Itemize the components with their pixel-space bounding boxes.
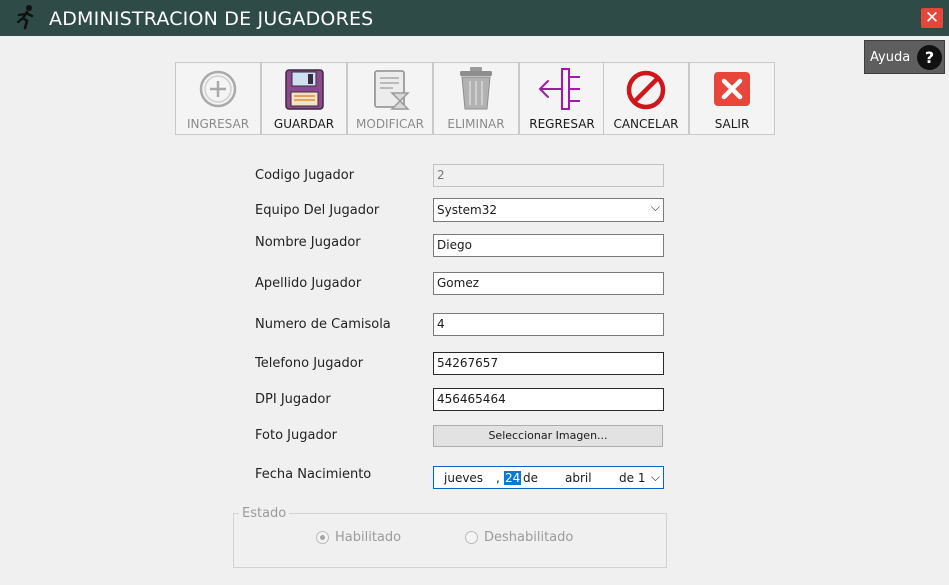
- select-image-button[interactable]: Seleccionar Imagen...: [433, 425, 663, 447]
- regresar-label: REGRESAR: [529, 117, 595, 131]
- equipo-value: System32: [437, 203, 498, 217]
- document-hourglass-icon: [374, 70, 410, 110]
- estado-title: Estado: [239, 506, 290, 521]
- deshabilitado-radio[interactable]: [465, 531, 478, 544]
- salir-label: SALIR: [714, 117, 750, 131]
- date-year-partial: de 1: [619, 471, 646, 485]
- cancelar-label: CANCELAR: [613, 117, 679, 131]
- date-de: de: [523, 471, 538, 485]
- chevron-down-icon: ⌵: [650, 200, 660, 214]
- equipo-label: Equipo Del Jugador: [255, 203, 380, 218]
- floppy-disk-icon: [285, 69, 324, 110]
- title-bar: ADMINISTRACION DE JUGADORES ✕: [0, 0, 949, 36]
- window-title: ADMINISTRACION DE JUGADORES: [49, 8, 374, 30]
- eliminar-label: ELIMINAR: [447, 117, 505, 131]
- modificar-label: MODIFICAR: [356, 117, 424, 131]
- back-arrow-icon: [538, 68, 580, 110]
- nombre-label: Nombre Jugador: [255, 235, 361, 250]
- codigo-field[interactable]: 2: [433, 164, 664, 187]
- equipo-select[interactable]: System32 ⌵: [433, 198, 664, 222]
- codigo-label: Codigo Jugador: [255, 168, 355, 183]
- telefono-field[interactable]: 54267657: [433, 352, 664, 375]
- help-label: Ayuda: [870, 50, 911, 65]
- salir-button[interactable]: SALIR: [689, 62, 775, 135]
- ingresar-button[interactable]: INGRESAR: [175, 62, 261, 135]
- date-day[interactable]: 24: [504, 471, 522, 485]
- dpi-label: DPI Jugador: [255, 392, 331, 407]
- exit-x-icon: [714, 72, 750, 106]
- fecha-nacimiento-picker[interactable]: jueves , 24 de abril de 1 ⌵: [433, 466, 664, 489]
- date-month[interactable]: abril: [565, 471, 592, 485]
- date-weekday: jueves: [444, 471, 484, 485]
- dpi-field[interactable]: 456465464: [433, 388, 664, 411]
- help-button[interactable]: Ayuda ?: [864, 40, 945, 74]
- apellido-field[interactable]: Gomez: [433, 272, 664, 295]
- ingresar-label: INGRESAR: [186, 117, 250, 131]
- cancelar-button[interactable]: CANCELAR: [603, 62, 689, 135]
- date-comma: ,: [496, 471, 500, 485]
- camisola-field[interactable]: 4: [433, 313, 664, 336]
- question-mark-icon: ?: [917, 45, 942, 70]
- habilitado-label: Habilitado: [335, 530, 402, 545]
- prohibited-icon: [626, 70, 666, 110]
- running-player-icon: [16, 5, 34, 30]
- guardar-label: GUARDAR: [273, 117, 335, 131]
- radio-selected-dot: [320, 535, 325, 540]
- plus-circle-icon: [199, 70, 237, 108]
- trash-can-icon: [460, 67, 492, 110]
- apellido-label: Apellido Jugador: [255, 276, 362, 291]
- guardar-button[interactable]: GUARDAR: [261, 62, 347, 135]
- fecha-label: Fecha Nacimiento: [255, 467, 372, 482]
- eliminar-button[interactable]: ELIMINAR: [433, 62, 519, 135]
- modificar-button[interactable]: MODIFICAR: [347, 62, 433, 135]
- camisola-label: Numero de Camisola: [255, 317, 391, 332]
- foto-label: Foto Jugador: [255, 428, 337, 443]
- nombre-field[interactable]: Diego: [433, 234, 664, 257]
- regresar-button[interactable]: REGRESAR: [519, 62, 605, 135]
- telefono-label: Telefono Jugador: [255, 356, 364, 371]
- estado-group: [233, 513, 667, 568]
- chevron-down-icon[interactable]: ⌵: [651, 470, 660, 485]
- close-icon[interactable]: ✕: [921, 8, 943, 28]
- deshabilitado-label: Deshabilitado: [484, 530, 574, 545]
- habilitado-radio[interactable]: [316, 531, 329, 544]
